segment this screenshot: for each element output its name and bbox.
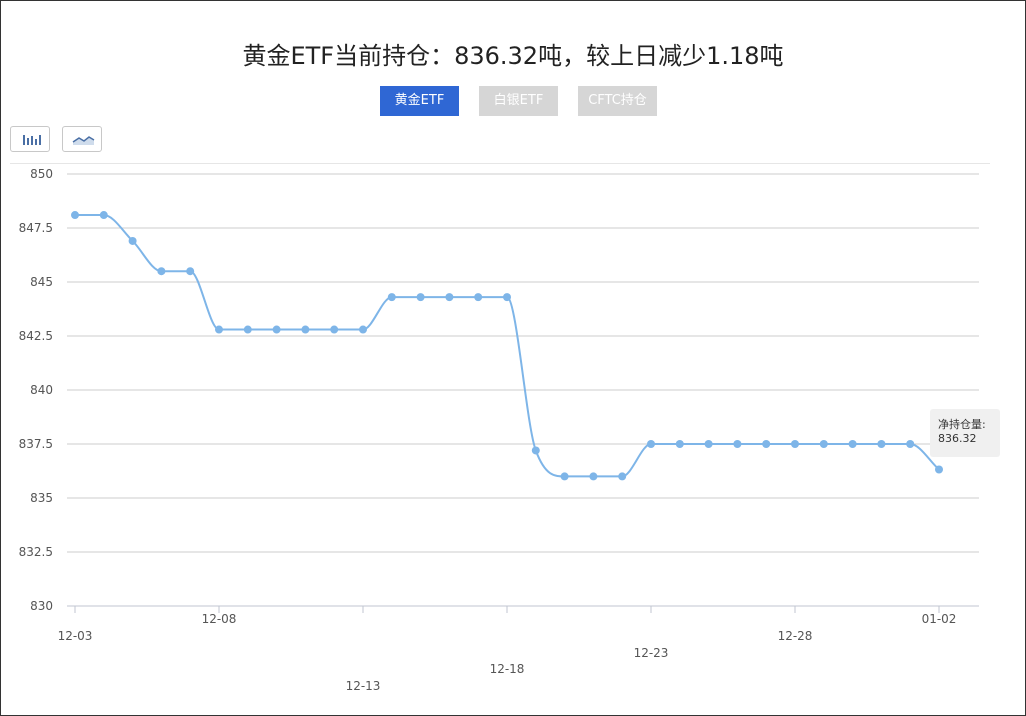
y-tick-label: 842.5 [19,329,53,343]
data-point[interactable] [387,293,396,302]
data-point[interactable] [272,325,281,334]
y-tick-label: 832.5 [19,545,53,559]
data-point[interactable] [99,211,108,220]
data-point[interactable] [877,440,886,448]
data-point[interactable] [359,325,367,334]
x-tick-label: 01-02 [922,612,957,626]
data-point[interactable] [445,293,454,302]
data-point[interactable] [128,236,137,245]
x-tick-label: 12-03 [58,629,93,643]
data-point[interactable] [618,472,627,481]
data-point[interactable] [704,440,713,448]
x-tick-label: 12-13 [346,679,381,693]
x-tick-label: 12-28 [778,629,813,643]
data-point[interactable] [243,325,252,334]
tooltip-value: 836.32 [938,432,977,445]
data-point[interactable] [503,293,511,302]
x-tick-label: 12-23 [634,646,669,660]
data-point[interactable] [71,211,79,220]
data-point[interactable] [157,267,166,276]
data-point[interactable] [848,440,857,448]
series-line [75,214,940,478]
data-point[interactable] [589,472,598,481]
y-tick-label: 850 [30,167,53,181]
data-point[interactable] [560,472,569,481]
value-tooltip: 净持仓量: 836.32 [930,409,1000,457]
data-point[interactable] [416,293,425,302]
data-point[interactable] [906,440,915,448]
x-tick-label: 12-18 [490,662,525,676]
data-point[interactable] [935,465,943,474]
data-point[interactable] [762,440,771,448]
data-point[interactable] [531,446,540,455]
data-point[interactable] [647,440,655,448]
tooltip-label: 净持仓量: [938,418,986,431]
data-point[interactable] [301,325,310,334]
data-point[interactable] [733,440,742,448]
data-point[interactable] [186,267,195,276]
y-tick-label: 830 [30,599,53,613]
data-point[interactable] [474,293,483,302]
y-tick-label: 845 [30,275,53,289]
y-tick-label: 840 [30,383,53,397]
x-tick-label: 12-08 [202,612,237,626]
y-tick-label: 835 [30,491,53,505]
data-point[interactable] [215,325,223,334]
data-point[interactable] [330,325,339,334]
line-chart: 830 832.5 835 837.5 840 842.5 845 847.5 850 12-03… [19,167,979,693]
data-point[interactable] [675,440,684,448]
data-point[interactable] [791,440,799,448]
y-tick-label: 837.5 [19,437,53,451]
data-point[interactable] [819,440,828,448]
y-tick-label: 847.5 [19,221,53,235]
